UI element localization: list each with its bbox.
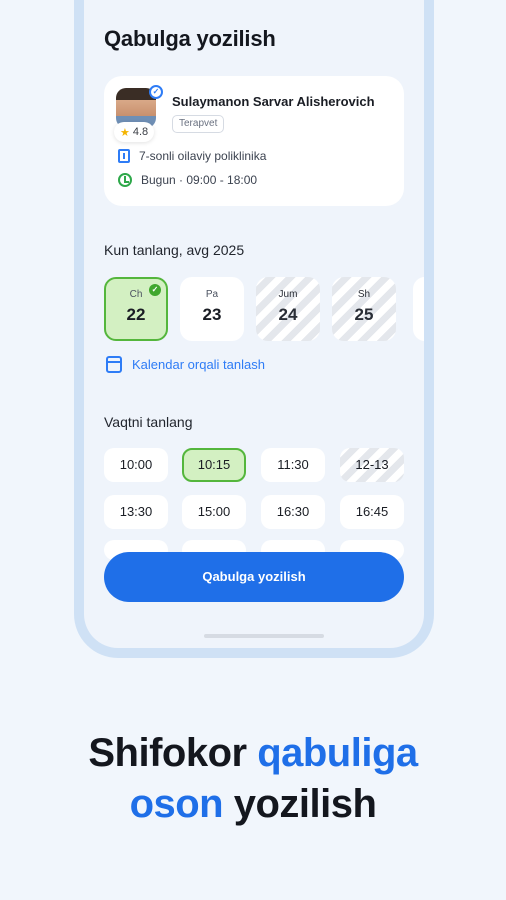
- working-hours: Bugun · 09:00 - 18:00: [141, 173, 258, 187]
- headline-part: Shifokor: [88, 731, 258, 775]
- calendar-icon: [106, 356, 122, 373]
- date-section-label: Kun tanlang, avg 2025: [104, 242, 245, 258]
- day-option[interactable]: Pa 23: [180, 277, 244, 341]
- time-section-label: Vaqtni tanlang: [104, 414, 193, 430]
- rating-value: 4.8: [132, 126, 149, 138]
- book-appointment-button[interactable]: Qabulga yozilish: [104, 552, 404, 602]
- day-option[interactable]: ✓ Ch 22: [104, 277, 168, 341]
- clock-icon: [118, 173, 132, 187]
- day-name: Sh: [357, 289, 371, 300]
- day-option-partial[interactable]: [413, 277, 424, 341]
- doctor-name: Sulaymanon Sarvar Alisherovich: [172, 94, 375, 109]
- headline-accent: oson: [129, 782, 224, 826]
- clinic-row: 7-sonli oilaviy poliklinika: [118, 149, 266, 163]
- day-number: 22: [126, 305, 146, 324]
- day-name: Pa: [205, 289, 219, 300]
- promo-headline: Shifokor qabuliga oson yozilish: [0, 728, 506, 830]
- verified-icon: ✓: [149, 85, 163, 99]
- headline-part: yozilish: [223, 782, 377, 826]
- time-slot[interactable]: 15:00: [182, 495, 246, 529]
- day-number: 23: [202, 305, 222, 324]
- home-indicator: [204, 634, 324, 638]
- time-slot[interactable]: 16:45: [340, 495, 404, 529]
- time-slot[interactable]: 10:15: [182, 448, 246, 482]
- time-slot[interactable]: 16:30: [261, 495, 325, 529]
- page-title: Qabulga yozilish: [104, 26, 276, 51]
- star-icon: ★: [120, 126, 130, 139]
- booking-screen: Qabulga yozilish ✓ ★ 4.8 Sulaymanon Sarv…: [84, 0, 424, 648]
- time-slot[interactable]: 13:30: [104, 495, 168, 529]
- hospital-icon: [118, 149, 130, 163]
- time-slot[interactable]: 10:00: [104, 448, 168, 482]
- day-name: Jum: [278, 289, 298, 300]
- headline-accent: qabuliga: [257, 731, 418, 775]
- time-slot[interactable]: 11:30: [261, 448, 325, 482]
- day-option: Jum 24: [256, 277, 320, 341]
- calendar-link[interactable]: Kalendar orqali tanlash: [106, 356, 265, 373]
- phone-mockup: Qabulga yozilish ✓ ★ 4.8 Sulaymanon Sarv…: [74, 0, 434, 658]
- time-slot: 12-13: [340, 448, 404, 482]
- check-icon: ✓: [149, 284, 161, 296]
- day-number: 25: [354, 305, 374, 324]
- specialty-tag: Terapvet: [172, 115, 225, 133]
- calendar-link-label: Kalendar orqali tanlash: [132, 357, 265, 372]
- day-number: 24: [278, 305, 298, 324]
- day-option: Sh 25: [332, 277, 396, 341]
- hours-row: Bugun · 09:00 - 18:00: [118, 173, 257, 187]
- clinic-name: 7-sonli oilaviy poliklinika: [139, 149, 267, 163]
- rating-badge: ★ 4.8: [114, 122, 155, 142]
- doctor-card[interactable]: ✓ ★ 4.8 Sulaymanon Sarvar Alisherovich T…: [104, 76, 404, 206]
